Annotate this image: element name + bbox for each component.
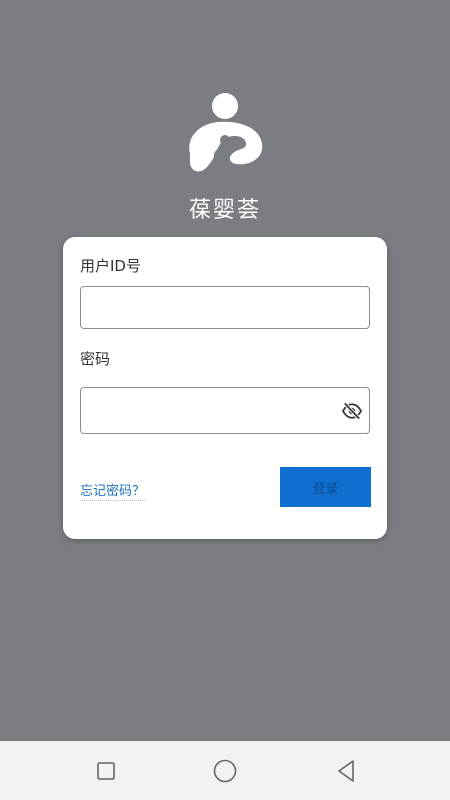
circle-icon[interactable] <box>213 759 237 783</box>
user-id-input[interactable] <box>80 286 370 329</box>
login-card: 用户ID号 密码 忘记密码？ 登录 <box>63 237 387 539</box>
forgot-password-link[interactable]: 忘记密码？ <box>80 480 146 501</box>
login-button[interactable]: 登录 <box>280 467 371 507</box>
eye-slash-icon[interactable] <box>341 402 363 420</box>
login-screen: 葆婴荟 用户ID号 密码 忘记密码？ 登录 <box>0 0 450 800</box>
password-input[interactable] <box>80 387 370 434</box>
mother-child-logo-icon <box>189 93 263 172</box>
square-icon[interactable] <box>97 762 115 780</box>
system-nav-bar <box>0 741 450 800</box>
app-name: 葆婴荟 <box>188 198 261 223</box>
triangle-back-icon[interactable] <box>336 759 356 783</box>
user-id-label: 用户ID号 <box>80 257 141 275</box>
password-label: 密码 <box>80 350 111 368</box>
